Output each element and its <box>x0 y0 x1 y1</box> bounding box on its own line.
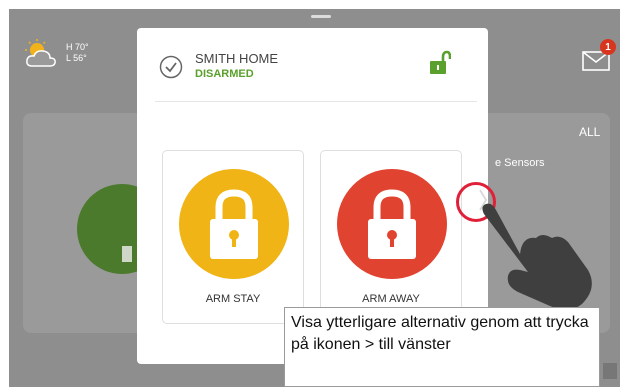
background-keyhole <box>122 246 132 262</box>
home-name: SMITH HOME <box>195 51 279 66</box>
arm-stay-label: ARM STAY <box>205 293 261 305</box>
weather-low: L 56° <box>66 53 87 63</box>
weather-widget[interactable]: H 70° L 56° <box>23 39 89 69</box>
check-circle-icon <box>159 55 183 79</box>
messages-button[interactable]: 1 <box>582 39 616 75</box>
padlock-icon <box>368 189 416 259</box>
unlocked-padlock-icon <box>430 50 451 74</box>
padlock-icon <box>210 189 258 259</box>
corner-indicator <box>603 363 617 379</box>
weather-high: H 70° <box>66 42 89 52</box>
arm-away-button[interactable]: ARM AWAY <box>320 150 462 324</box>
system-status: DISARMED <box>195 68 254 80</box>
arm-stay-button[interactable]: ARM STAY <box>162 150 304 324</box>
instruction-caption: Visa ytterligare alternativ genom att tr… <box>284 307 600 387</box>
modal-header: SMITH HOME DISARMED <box>137 28 488 98</box>
arm-stay-circle <box>179 169 289 279</box>
arm-away-label: ARM AWAY <box>362 293 420 305</box>
pointing-hand-icon <box>482 203 592 310</box>
sensors-label: e Sensors <box>495 157 545 169</box>
arm-away-circle <box>337 169 447 279</box>
partly-cloudy-icon <box>25 39 56 67</box>
header-divider <box>155 101 477 102</box>
notification-badge: 1 <box>600 39 616 55</box>
filter-all-label: ALL <box>579 125 601 139</box>
pull-down-handle[interactable] <box>311 15 331 18</box>
